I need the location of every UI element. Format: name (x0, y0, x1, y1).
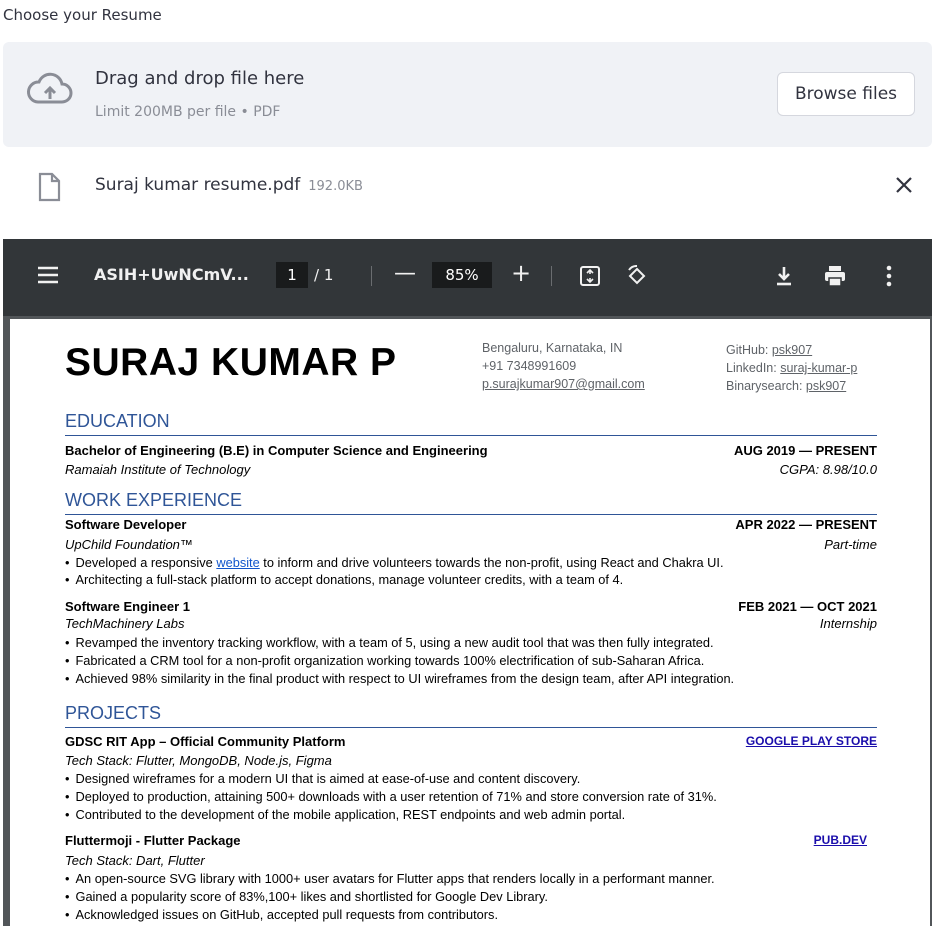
contact-email-link[interactable]: p.surajkumar907@gmail.com (482, 375, 645, 393)
section-heading-education: EDUCATION (65, 411, 170, 431)
project-title: Fluttermoji - Flutter Package (65, 833, 241, 848)
job-title: Software Engineer 1 (65, 599, 190, 614)
contact-phone: +91 7348991609 (482, 359, 577, 373)
binarysearch-link[interactable]: psk907 (806, 379, 846, 393)
bullet-item: Acknowledged issues on GitHub, accepted … (65, 907, 498, 922)
fit-page-icon[interactable] (579, 265, 601, 291)
bullet-item: An open-source SVG library with 1000+ us… (65, 871, 714, 886)
close-icon[interactable] (892, 173, 916, 197)
job-kind: Internship (819, 616, 877, 631)
education-row: Ramaiah Institute of Technology CGPA: 8.… (65, 462, 877, 477)
linkedin-link[interactable]: suraj-kumar-p (780, 361, 857, 375)
project-row: Tech Stack: Dart, Flutter (65, 853, 877, 868)
zoom-level-input[interactable]: 85% (432, 262, 492, 288)
job-row: Software Engineer 1 FEB 2021 — OCT 2021 (65, 599, 877, 614)
dropzone-subtitle: Limit 200MB per file • PDF (95, 104, 281, 120)
pdf-page: SURAJ KUMAR P Bengaluru, Karnataka, IN +… (10, 319, 930, 926)
github-link[interactable]: psk907 (772, 343, 812, 357)
bullet-item: Achieved 98% similarity in the final pro… (65, 671, 734, 686)
toolbar-divider (551, 266, 552, 286)
bullet-item: Gained a popularity score of 83%,100+ li… (65, 889, 547, 904)
job-org: TechMachinery Labs (65, 616, 185, 631)
github-label: GitHub: (726, 343, 772, 357)
project-title: GDSC RIT App – Official Community Platfo… (65, 734, 346, 749)
contact-block: Bengaluru, Karnataka, IN +91 7348991609 … (482, 339, 645, 393)
page-total: / 1 (314, 266, 334, 284)
linkedin-label: LinkedIn: (726, 361, 781, 375)
job-row: Software Developer APR 2022 — PRESENT (65, 517, 877, 532)
section-divider (65, 514, 877, 515)
website-link[interactable]: website (216, 555, 259, 570)
cloud-upload-icon (25, 70, 75, 110)
project-stack: Tech Stack: Dart, Flutter (65, 853, 205, 868)
pdf-viewer: ASIH+UwNCmV... 1 / 1 — 85% + SURAJ KUMAR… (3, 239, 932, 926)
zoom-out-button[interactable]: — (394, 261, 416, 286)
job-org: UpChild Foundation™ (65, 537, 193, 552)
bullet-item: Fabricated a CRM tool for a non-profit o… (65, 653, 704, 668)
uploaded-file-entry: Suraj kumar resume.pdf 192.0KB (95, 175, 363, 195)
print-icon[interactable] (823, 265, 847, 291)
cgpa: CGPA: 8.98/10.0 (779, 462, 877, 477)
bullet-item: Revamped the inventory tracking workflow… (65, 635, 713, 650)
education-row: Bachelor of Engineering (B.E) in Compute… (65, 443, 877, 458)
rotate-icon[interactable] (625, 264, 649, 292)
binarysearch-label: Binarysearch: (726, 379, 806, 393)
job-kind: Part-time (824, 537, 877, 552)
project-row: GDSC RIT App – Official Community Platfo… (65, 734, 877, 749)
file-name: Suraj kumar resume.pdf (95, 175, 301, 195)
file-size: 192.0KB (308, 179, 363, 194)
play-store-link[interactable]: GOOGLE PLAY STORE (746, 734, 877, 749)
more-vert-icon[interactable] (886, 265, 892, 291)
school: Ramaiah Institute of Technology (65, 462, 251, 477)
bullet-item: Deployed to production, attaining 500+ d… (65, 789, 716, 804)
file-icon (37, 172, 61, 202)
pdf-toolbar: ASIH+UwNCmV... 1 / 1 — 85% + (3, 239, 932, 316)
dropzone-title: Drag and drop file here (95, 68, 305, 89)
profiles-block: GitHub: psk907 LinkedIn: suraj-kumar-p B… (726, 341, 857, 395)
bullet-item: Designed wireframes for a modern UI that… (65, 771, 580, 786)
job-dates: FEB 2021 — OCT 2021 (738, 599, 877, 614)
menu-icon[interactable] (37, 266, 59, 288)
download-icon[interactable] (774, 265, 794, 291)
file-dropzone[interactable]: Drag and drop file here Limit 200MB per … (3, 42, 932, 147)
contact-location: Bengaluru, Karnataka, IN (482, 341, 623, 355)
job-title: Software Developer (65, 517, 187, 532)
document-title: ASIH+UwNCmV... (94, 265, 249, 284)
project-stack: Tech Stack: Flutter, MongoDB, Node.js, F… (65, 753, 332, 768)
pub-dev-link[interactable]: PUB.DEV (814, 833, 867, 848)
section-divider (65, 435, 877, 436)
bullet-item: Architecting a full-stack platform to ac… (65, 572, 623, 587)
toolbar-divider (371, 266, 372, 286)
project-row: Fluttermoji - Flutter Package PUB.DEV (65, 833, 877, 848)
project-row: Tech Stack: Flutter, MongoDB, Node.js, F… (65, 753, 877, 768)
job-row: UpChild Foundation™ Part-time (65, 537, 877, 552)
uploader-label: Choose your Resume (3, 6, 162, 24)
browse-files-button[interactable]: Browse files (777, 72, 915, 116)
education-dates: AUG 2019 — PRESENT (733, 443, 877, 458)
page-number-input[interactable]: 1 (276, 262, 308, 288)
section-divider (65, 727, 877, 728)
zoom-in-button[interactable]: + (511, 259, 531, 287)
resume-name: SURAJ KUMAR P (65, 341, 397, 384)
section-heading-projects: PROJECTS (65, 703, 162, 723)
section-heading-work: WORK EXPERIENCE (65, 490, 243, 510)
degree: Bachelor of Engineering (B.E) in Compute… (65, 443, 488, 458)
bullet-item: Contributed to the development of the mo… (65, 807, 625, 822)
job-dates: APR 2022 — PRESENT (735, 517, 877, 532)
bullet-item: Developed a responsive website to inform… (65, 555, 723, 570)
job-row: TechMachinery Labs Internship (65, 616, 877, 631)
